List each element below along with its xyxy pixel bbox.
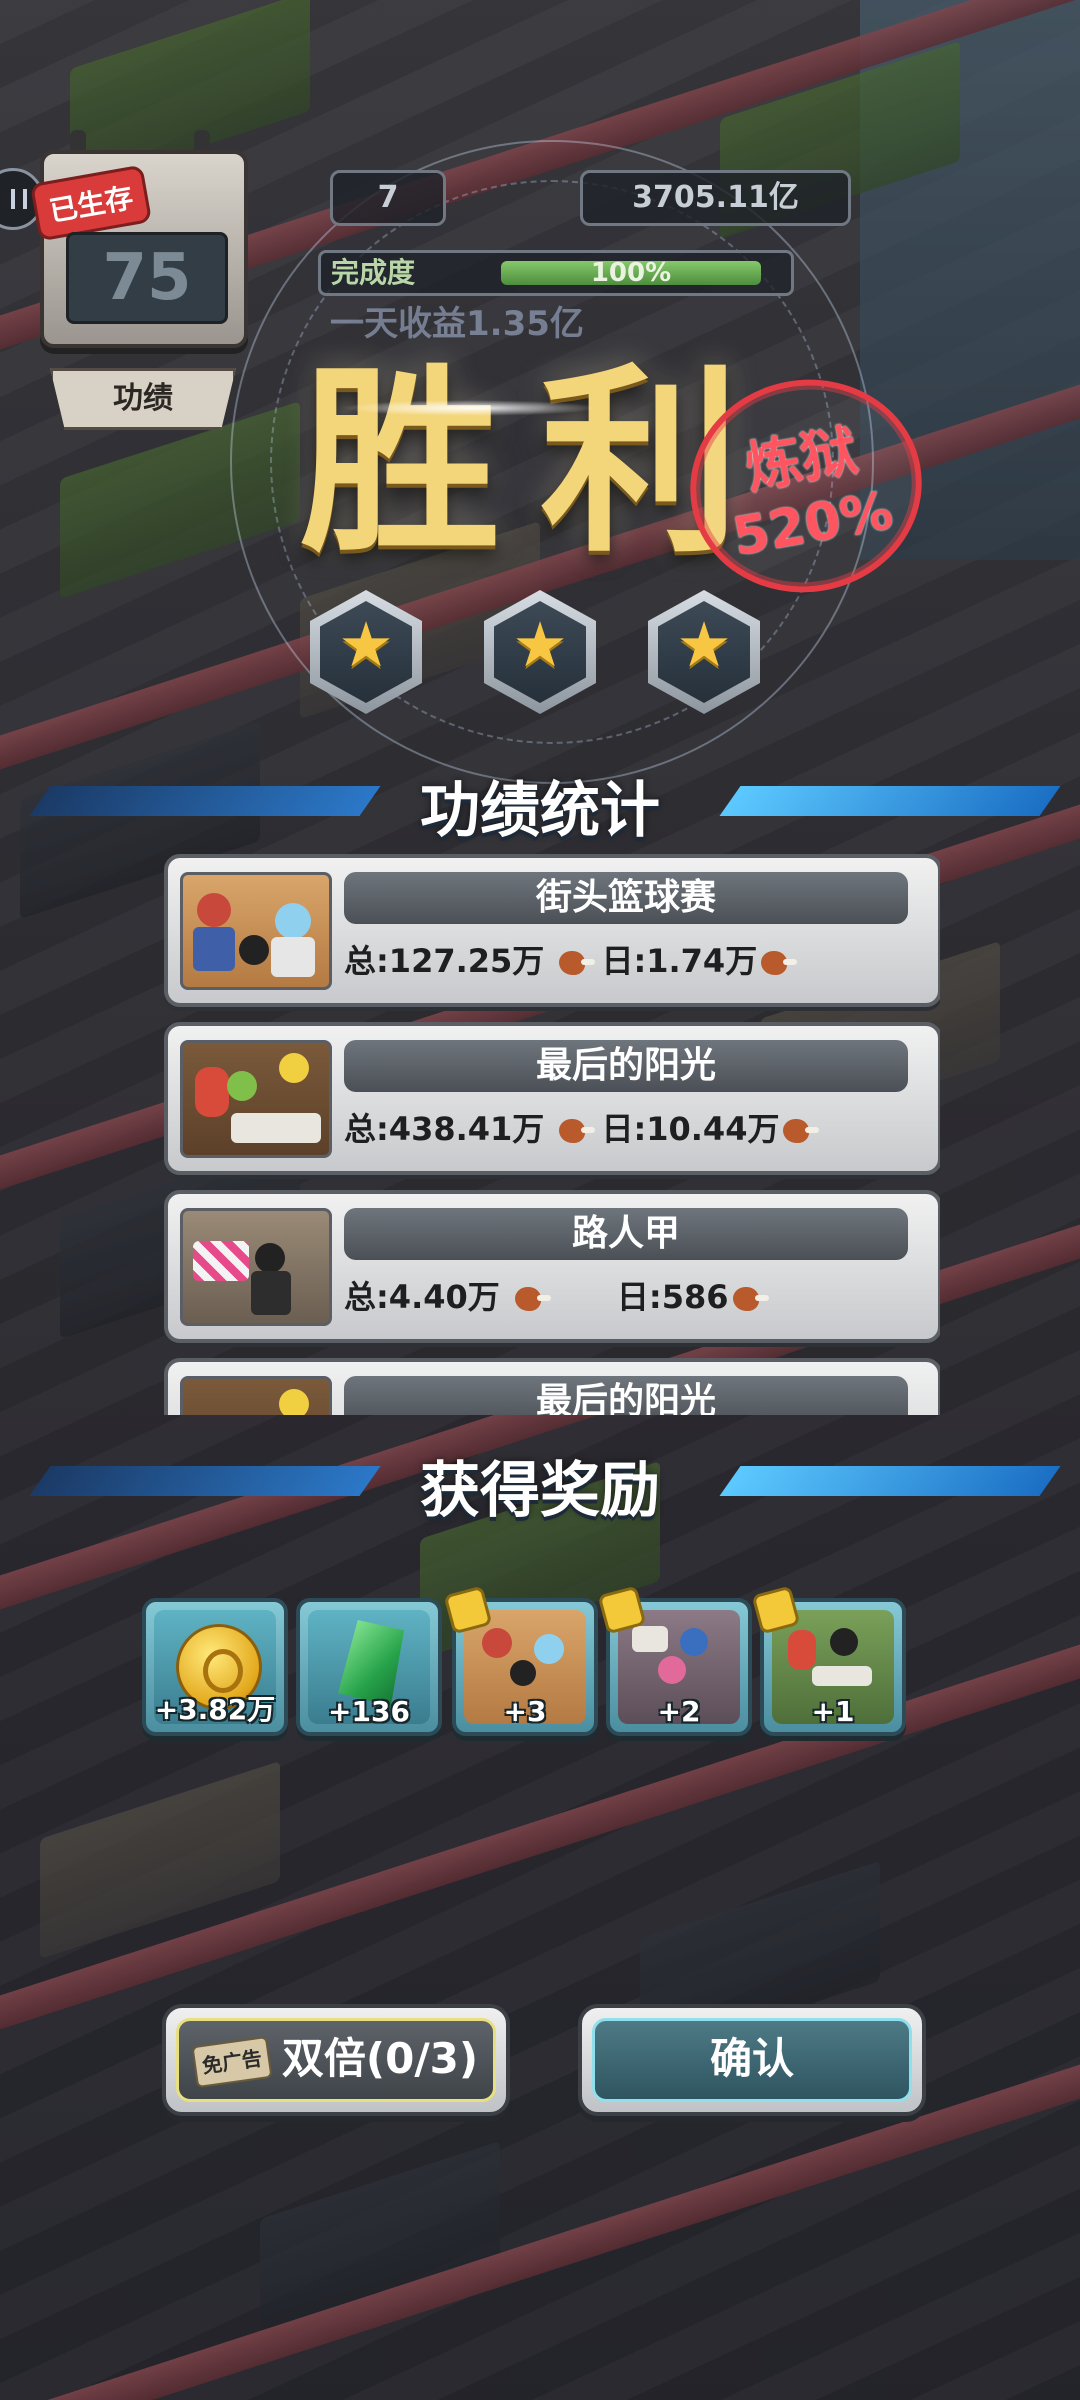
total-stat: 总:4.40万 [344, 1278, 511, 1316]
reward-section-title: 获得奖励 [420, 1456, 660, 1526]
level-counter: 7 [330, 170, 446, 226]
merit-list[interactable]: 街头篮球赛 总:127.25万 日:1.74万 最后的阳光 总:438.41万 … [150, 850, 940, 1415]
double-label: 双倍(0/3) [281, 2034, 479, 2083]
reward-amount: +136 [328, 1695, 410, 1728]
meat-icon [732, 1285, 771, 1313]
star-icon: ★ [338, 608, 394, 681]
daily-stat: 日:1.74万 [601, 942, 758, 980]
survived-label: 已生存 [29, 164, 153, 242]
daily-stat: 日:10.44万 [601, 1110, 780, 1148]
total-stat: 总:127.25万 [344, 942, 556, 980]
passerby-thumbnail [180, 1208, 332, 1326]
merit-item-stats: 总:127.25万 日:1.74万 [344, 936, 924, 986]
reward-amount: +2 [657, 1695, 701, 1728]
merit-section-title: 功绩统计 [420, 776, 660, 846]
daily-stat: 日:586 [616, 1278, 729, 1316]
merit-item-name: 街头篮球赛 [344, 872, 908, 924]
double-reward-button[interactable]: 免广告 双倍(0/3) [162, 2004, 510, 2116]
star-icon: ★ [676, 608, 732, 681]
merit-item-name: 最后的阳光 [344, 1040, 908, 1092]
reward-amount: +3.82万 [154, 1693, 276, 1726]
progress-label: 完成度 [331, 256, 416, 289]
gem-icon [338, 1620, 404, 1706]
meat-icon [559, 1117, 597, 1145]
total-amount: 3705.11亿 [580, 170, 851, 226]
meat-icon [559, 949, 597, 977]
reward-amount: +3 [503, 1695, 547, 1728]
confirm-button[interactable]: 确认 [578, 2004, 926, 2116]
merit-item: 最后的阳光 [164, 1358, 940, 1415]
last-sunshine-thumbnail [180, 1040, 332, 1158]
last-sunshine-thumbnail [180, 1376, 332, 1415]
progress-panel: 完成度 100% [318, 250, 794, 296]
reward-coin[interactable]: +3.82万 [142, 1598, 288, 1736]
merit-item-name: 路人甲 [344, 1208, 908, 1260]
merit-item: 路人甲 总:4.40万 日:586 [164, 1190, 940, 1343]
victory-title: 胜利 [299, 347, 780, 580]
street-basketball-thumbnail [180, 872, 332, 990]
merit-item: 最后的阳光 总:438.41万 日:10.44万 [164, 1022, 940, 1175]
merit-item-stats: 总:4.40万 日:586 [344, 1272, 924, 1322]
reward-card-basketball[interactable]: +3 [443, 1585, 598, 1736]
ad-free-badge: 免广告 [191, 2035, 273, 2088]
reward-gem[interactable]: +136 [296, 1598, 442, 1736]
progress-text: 100% [590, 258, 672, 288]
total-stat: 总:438.41万 [344, 1110, 556, 1148]
merit-item-name: 最后的阳光 [344, 1376, 908, 1415]
meat-icon [761, 949, 799, 977]
reward-card-group[interactable]: +2 [597, 1585, 752, 1736]
reward-amount: +1 [811, 1695, 855, 1728]
reward-card-sunshine[interactable]: +1 [751, 1585, 906, 1736]
confirm-label: 确认 [592, 2018, 912, 2102]
victory-flare [340, 400, 600, 416]
star-icon: ★ [512, 608, 568, 681]
merit-item: 街头篮球赛 总:127.25万 日:1.74万 [164, 854, 940, 1007]
meat-icon [783, 1117, 821, 1145]
merit-item-stats: 总:438.41万 日:10.44万 [344, 1104, 924, 1154]
meat-icon [514, 1285, 553, 1313]
